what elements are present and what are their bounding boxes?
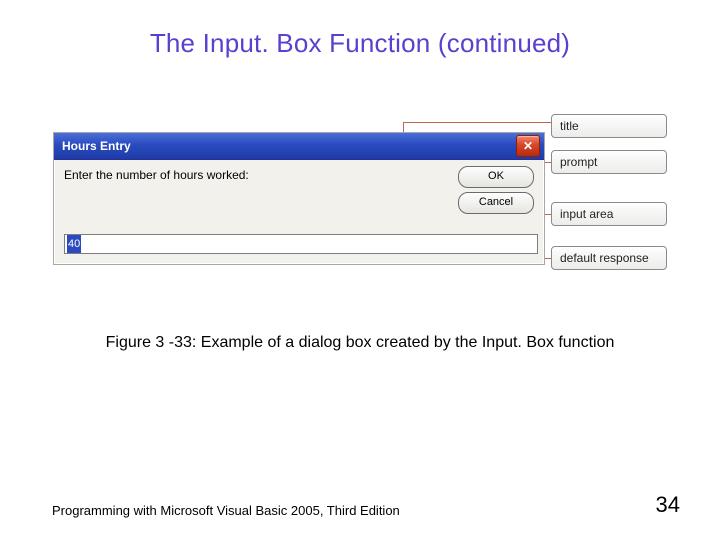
footer-book: Programming with Microsoft Visual Basic … [52, 503, 400, 518]
figure-caption: Figure 3 -33: Example of a dialog box cr… [0, 332, 720, 354]
dialog-title: Hours Entry [58, 139, 516, 153]
dialog-titlebar[interactable]: Hours Entry ✕ [54, 133, 544, 160]
dialog-text-input[interactable]: 40 [64, 234, 538, 254]
inputbox-dialog: Hours Entry ✕ Enter the number of hours … [53, 132, 545, 265]
callout-input: input area [551, 202, 667, 226]
callout-title: title [551, 114, 667, 138]
dialog-body: Enter the number of hours worked: OK Can… [54, 160, 544, 264]
connector [403, 122, 559, 123]
callout-default: default response [551, 246, 667, 270]
slide-title: The Input. Box Function (continued) [0, 0, 720, 59]
close-button[interactable]: ✕ [516, 135, 540, 157]
slide-footer: Programming with Microsoft Visual Basic … [52, 492, 680, 518]
figure: Hours Entry ✕ Enter the number of hours … [53, 114, 667, 314]
close-icon: ✕ [523, 139, 533, 153]
dialog-default-value: 40 [67, 235, 81, 253]
footer-page-number: 34 [656, 492, 680, 518]
callout-prompt: prompt [551, 150, 667, 174]
cancel-button[interactable]: Cancel [458, 192, 534, 214]
ok-button[interactable]: OK [458, 166, 534, 188]
